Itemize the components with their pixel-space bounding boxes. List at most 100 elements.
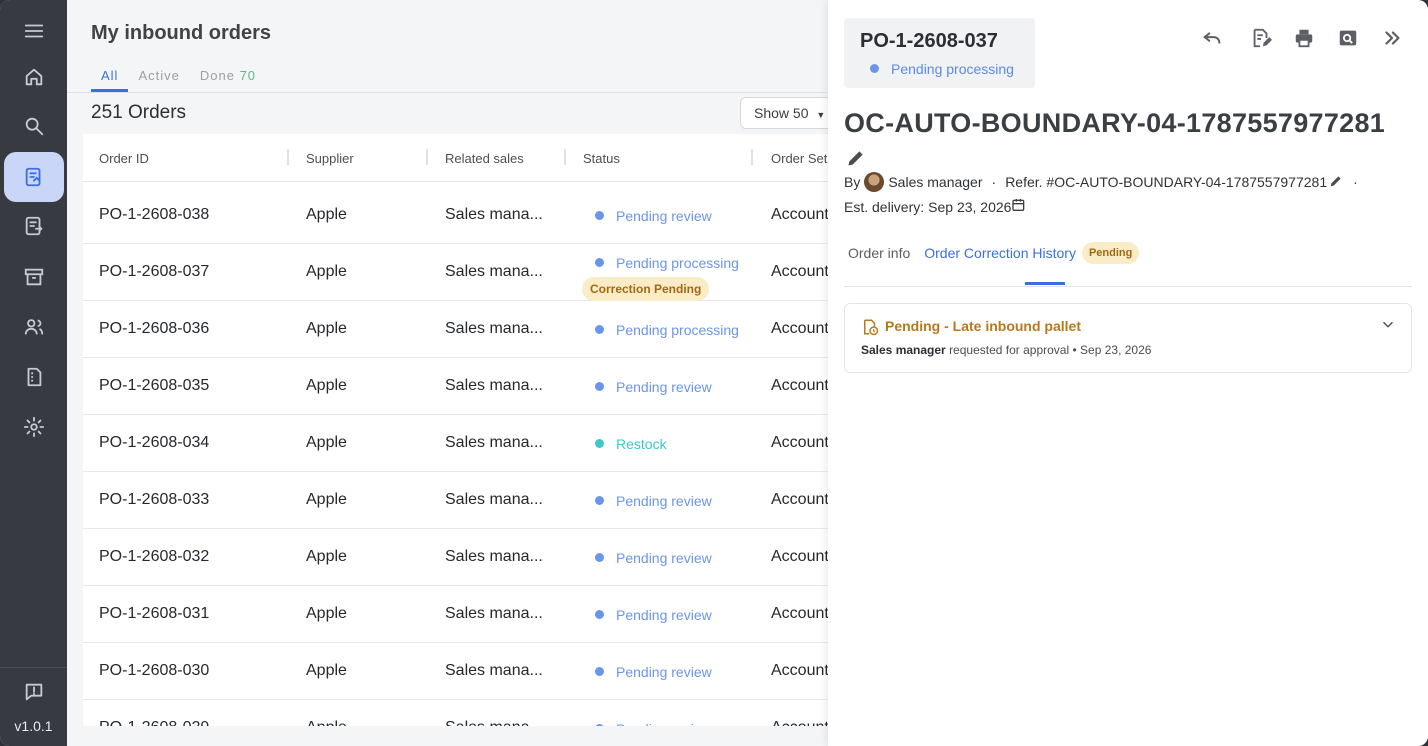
request-action: requested for approval (949, 343, 1070, 357)
status-dot (595, 724, 604, 726)
order-id[interactable]: PO-1-2608-036 (99, 320, 209, 338)
undo-icon[interactable] (1200, 26, 1224, 50)
order-id[interactable]: PO-1-2608-035 (99, 377, 209, 395)
col-status[interactable]: Status (583, 151, 620, 166)
order-detail-panel: PO-1-2608-037 Pending processing OC-AUTO… (828, 0, 1428, 746)
status-text: Pending review (616, 664, 712, 680)
status-label: Pending processing (595, 322, 739, 338)
related-sales: Sales mana... (445, 377, 543, 394)
app-version: v1.0.1 (14, 718, 53, 734)
status-label: Pending review (595, 721, 739, 726)
po-id: PO-1-2608-037 (860, 30, 998, 52)
status-dot (870, 64, 879, 73)
sidebar: v1.0.1 (0, 0, 67, 746)
search-icon[interactable] (4, 104, 64, 148)
col-related-sales[interactable]: Related sales (445, 151, 524, 166)
supplier: Apple (306, 320, 347, 337)
tab-active[interactable]: Active (128, 68, 189, 92)
tab-order-info[interactable]: Order info (848, 245, 910, 261)
status-text: Pending review (616, 550, 712, 566)
menu-icon[interactable] (4, 9, 64, 53)
page-title: My inbound orders (91, 22, 271, 44)
col-divider[interactable] (287, 149, 289, 165)
order-id[interactable]: PO-1-2608-037 (99, 263, 209, 281)
table-row[interactable]: PO-1-2608-031 Apple Sales mana... Pending r… (83, 586, 828, 643)
document-icon[interactable] (4, 355, 64, 399)
calendar-edit-icon[interactable] (1011, 197, 1027, 216)
table-header: Order ID Supplier Related sales Status O… (83, 134, 828, 182)
order-id[interactable]: PO-1-2608-032 (99, 548, 209, 566)
supplier: Apple (306, 719, 347, 726)
tab-order-correction-history[interactable]: Order Correction History (924, 245, 1076, 261)
order-set: Account (771, 320, 828, 337)
edit-document-icon[interactable] (1249, 26, 1273, 50)
table-row[interactable]: PO-1-2608-034 Apple Sales mana... Restock Ac… (83, 415, 828, 472)
supplier: Apple (306, 662, 347, 679)
related-sales: Sales mana... (445, 263, 543, 280)
col-divider[interactable] (426, 149, 428, 165)
col-supplier[interactable]: Supplier (306, 151, 354, 166)
col-divider[interactable] (564, 149, 566, 165)
supplier: Apple (306, 548, 347, 565)
print-icon[interactable] (1292, 26, 1316, 50)
col-order-set[interactable]: Order Set (771, 151, 827, 166)
related-sales: Sales mana... (445, 719, 543, 726)
chevron-down-icon[interactable] (1381, 318, 1395, 337)
pencil-icon[interactable] (846, 148, 866, 173)
order-id[interactable]: PO-1-2608-033 (99, 491, 209, 509)
correction-history-card[interactable]: Pending - Late inbound pallet Sales mana… (844, 303, 1412, 373)
table-row[interactable]: PO-1-2608-035 Apple Sales mana... Pending r… (83, 358, 828, 415)
order-id[interactable]: PO-1-2608-034 (99, 434, 209, 452)
table-row[interactable]: PO-1-2608-038 Apple Sales mana... Pending r… (83, 187, 828, 244)
tab-done[interactable]: Done 70 (190, 68, 266, 92)
table-row[interactable]: PO-1-2608-030 Apple Sales mana... Pending r… (83, 643, 828, 700)
order-id[interactable]: PO-1-2608-029 (99, 719, 209, 726)
preview-icon[interactable] (1336, 26, 1360, 50)
order-set: Account (771, 548, 828, 565)
archive-icon[interactable] (4, 255, 64, 299)
status-dot (595, 325, 604, 334)
table-row[interactable]: PO-1-2608-033 Apple Sales mana... Pending r… (83, 472, 828, 529)
by-user[interactable]: Sales manager (888, 174, 982, 190)
order-set: Account (771, 719, 828, 726)
users-icon[interactable] (4, 305, 64, 349)
correction-subtitle: Sales manager requested for approval • S… (861, 343, 1151, 357)
inbound-orders-icon[interactable] (4, 152, 64, 202)
order-id[interactable]: PO-1-2608-030 (99, 662, 209, 680)
order-set: Account (771, 263, 828, 280)
status-dot (595, 258, 604, 267)
related-sales: Sales mana... (445, 320, 543, 337)
order-id[interactable]: PO-1-2608-031 (99, 605, 209, 623)
collapse-panel-icon[interactable] (1380, 26, 1404, 50)
bullet-separator: • (1072, 343, 1077, 357)
status-text: Restock (616, 436, 667, 452)
status-text: Pending processing (616, 322, 739, 338)
status-label: Pending processing (595, 255, 739, 271)
po-header: PO-1-2608-037 Pending processing (844, 18, 1035, 88)
tab-all[interactable]: All (91, 68, 129, 92)
table-row[interactable]: PO-1-2608-036 Apple Sales mana... Pending p… (83, 301, 828, 358)
status-label: Pending review (595, 379, 739, 395)
pending-document-icon (861, 318, 879, 341)
related-sales: Sales mana... (445, 605, 543, 622)
by-label: By (844, 174, 861, 190)
order-set: Account (771, 605, 828, 622)
status-dot (595, 553, 604, 562)
supplier: Apple (306, 206, 347, 223)
status-label: Pending review (595, 208, 739, 224)
feedback-icon[interactable] (4, 670, 64, 714)
order-id[interactable]: PO-1-2608-038 (99, 206, 209, 224)
col-divider[interactable] (751, 149, 753, 165)
outbound-orders-icon[interactable] (4, 204, 64, 248)
status-dot (595, 610, 604, 619)
table-row[interactable]: PO-1-2608-037 Apple Sales mana... Pending p… (83, 244, 828, 301)
table-row[interactable]: PO-1-2608-032 Apple Sales mana... Pending r… (83, 529, 828, 586)
po-status: Pending processing (870, 61, 1014, 77)
pencil-icon[interactable] (1329, 174, 1343, 191)
col-order-id[interactable]: Order ID (99, 151, 149, 166)
active-tab-indicator (1025, 282, 1065, 285)
home-icon[interactable] (4, 55, 64, 99)
table-row[interactable]: PO-1-2608-029 Apple Sales mana... Pending r… (83, 700, 828, 726)
gear-icon[interactable] (4, 405, 64, 449)
correction-pending-badge: Correction Pending (582, 277, 710, 301)
